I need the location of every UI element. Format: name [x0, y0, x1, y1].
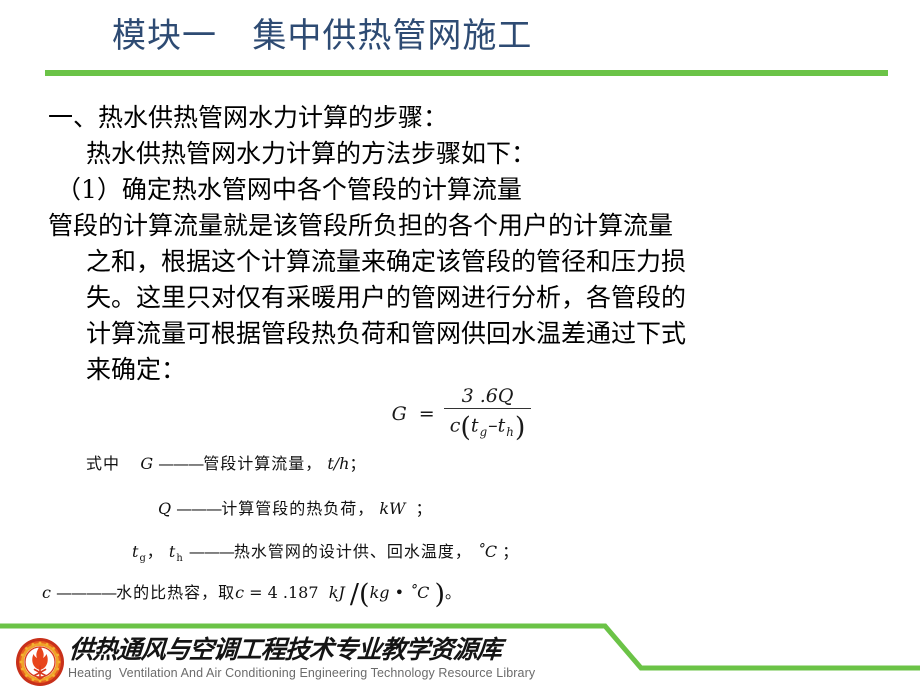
formula-block: G = 3 .6Q c(tg–th) [0, 385, 920, 443]
nomenclature-line-q: Q ———计算管段的热负荷， kW ； [158, 495, 433, 519]
body-line: 热水供热管网水力计算的方法步骤如下： [86, 139, 537, 168]
description: 热水管网的设计供、回水温度， [233, 542, 472, 561]
paren-close: ) [514, 412, 526, 443]
body-text-block: 一、热水供热管网水力计算的步骤： 热水供热管网水力计算的方法步骤如下： （1）确… [48, 100, 878, 388]
unit-kg: kg [369, 583, 390, 602]
unit-paren-open: ( [359, 579, 370, 610]
formula-denominator: c(tg–th) [444, 409, 532, 443]
symbol-c: c [42, 583, 51, 602]
unit-paren-close: ) [434, 579, 446, 610]
body-line: 一、热水供热管网水力计算的步骤： [48, 103, 449, 132]
denominator-c: c [449, 414, 461, 437]
terminator: 。 [445, 583, 463, 602]
unit: kW [379, 499, 406, 518]
brand-logo-icon [16, 638, 64, 686]
formula-equals: = [418, 402, 435, 425]
nomenclature-line-temperatures: tg， th ———热水管网的设计供、回水温度， ˚C ； [132, 538, 520, 564]
body-line: 计算流量可根据管段热负荷和管网供回水温差通过下式 [86, 319, 687, 348]
unit: t/h [327, 454, 350, 473]
denominator-tg: t [470, 414, 479, 437]
title-divider [45, 70, 888, 76]
formula-numerator: 3 .6Q [461, 385, 514, 407]
symbol-q: Q [158, 499, 172, 518]
body-line: （1）确定热水管网中各个管段的计算流量 [56, 175, 522, 204]
terminator: ； [415, 499, 433, 518]
value-number: 4 .187 [267, 583, 319, 602]
page-title: 模块一 集中供热管网施工 [112, 16, 533, 56]
body-line: 之和，根据这个计算流量来确定该管段的管径和压力损 [86, 247, 687, 276]
nomenclature-label: 式中 [86, 454, 121, 473]
unit-kj: kJ [328, 583, 345, 602]
description: 计算管段的热负荷， [221, 499, 375, 518]
symbol-tg-sub: g [139, 553, 146, 564]
separator: ， [146, 542, 164, 561]
unit-degc: ˚C [409, 583, 430, 602]
value-symbol: c [235, 583, 245, 602]
nomenclature-line-g: 式中 G ———管段计算流量， t/h； [86, 450, 366, 474]
description: 管段计算流量， [203, 454, 323, 473]
body-line: 管段的计算流量就是该管段所负担的各个用户的计算流量 [48, 211, 674, 240]
nomenclature-line-c: c ————水的比热容，取c = 4 .187 kJ /(kg • ˚C )。 [42, 578, 463, 610]
unit: ˚C [476, 542, 498, 561]
brand-name-en: Heating Ventilation And Air Conditioning… [68, 666, 536, 680]
denominator-minus: – [488, 414, 498, 437]
value-equals: = [249, 583, 263, 602]
brand-text-block: 供热通风与空调工程技术专业教学资源库 Heating Ventilation A… [68, 635, 536, 681]
brand-name-cn: 供热通风与空调工程技术专业教学资源库 [68, 635, 503, 664]
formula-lhs: G [391, 402, 407, 425]
dash: ——— [176, 499, 222, 518]
denominator-th-sub: h [506, 424, 514, 439]
symbol-g: G [140, 454, 154, 473]
dash: ———— [56, 583, 117, 602]
unit-divider: / [349, 579, 360, 610]
unit-dot: • [394, 583, 405, 602]
formula-fraction: 3 .6Q c(tg–th) [443, 385, 532, 443]
denominator-tg-sub: g [479, 424, 488, 439]
terminator: ； [502, 542, 520, 561]
terminator: ； [349, 454, 367, 473]
symbol-th-sub: h [176, 553, 183, 564]
body-line: 来确定： [86, 355, 187, 384]
dash: ——— [158, 454, 204, 473]
description: 水的比热容，取 [116, 583, 236, 602]
paren-open: ( [460, 412, 471, 443]
body-line: 失。这里只对仅有采暖用户的管网进行分析，各管段的 [86, 283, 687, 312]
flow-rate-equation: G = 3 .6Q c(tg–th) [387, 385, 534, 443]
dash: ——— [188, 542, 235, 561]
